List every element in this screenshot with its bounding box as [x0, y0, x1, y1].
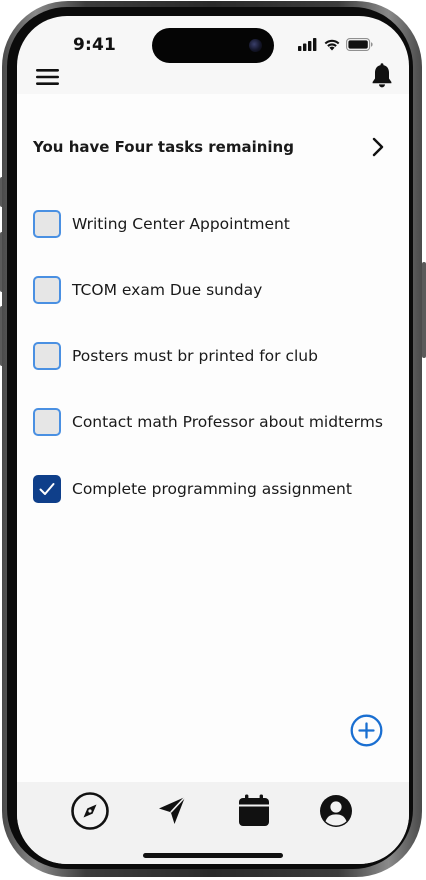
task-label: TCOM exam Due sunday: [72, 281, 263, 299]
power-button: [422, 262, 426, 358]
home-indicator[interactable]: [143, 853, 283, 858]
task-label: Writing Center Appointment: [72, 215, 290, 233]
task-checkbox-checked[interactable]: [33, 475, 61, 503]
battery-icon: [346, 38, 373, 51]
hamburger-menu-icon[interactable]: [36, 68, 60, 86]
task-item[interactable]: Writing Center Appointment: [33, 210, 405, 242]
calendar-icon[interactable]: [233, 790, 275, 832]
cellular-signal-icon: [298, 38, 317, 51]
task-checkbox[interactable]: [33, 342, 61, 370]
task-item[interactable]: Posters must br printed for club: [33, 342, 405, 374]
dynamic-island: [152, 28, 274, 63]
tasks-remaining-summary: You have Four tasks remaining: [33, 138, 294, 156]
chevron-right-icon[interactable]: [370, 136, 386, 158]
profile-icon[interactable]: [315, 790, 357, 832]
phone-device: 9:41 You have Four tasks remaining Writi…: [0, 0, 426, 880]
bottom-tab-bar: [17, 782, 409, 864]
task-label: Contact math Professor about midterms: [72, 413, 383, 431]
bell-icon[interactable]: [370, 63, 394, 89]
task-checkbox[interactable]: [33, 210, 61, 238]
status-time: 9:41: [73, 35, 117, 55]
task-label: Complete programming assignment: [72, 480, 352, 498]
send-icon[interactable]: [151, 790, 193, 832]
app-header: [17, 60, 409, 94]
task-list-panel: You have Four tasks remaining Writing Ce…: [17, 94, 409, 782]
task-checkbox[interactable]: [33, 408, 61, 436]
compass-icon[interactable]: [69, 790, 111, 832]
task-item[interactable]: TCOM exam Due sunday: [33, 276, 405, 308]
task-checkbox[interactable]: [33, 276, 61, 304]
task-label: Posters must br printed for club: [72, 347, 318, 365]
status-icons: [298, 38, 374, 52]
camera-icon: [249, 39, 262, 52]
checkmark-icon: [39, 483, 55, 495]
wifi-icon: [324, 39, 340, 51]
plus-circle-icon[interactable]: [350, 714, 383, 747]
task-item[interactable]: Contact math Professor about midterms: [33, 408, 405, 440]
task-item[interactable]: Complete programming assignment: [33, 475, 405, 507]
app-screen: 9:41 You have Four tasks remaining Writi…: [17, 16, 409, 864]
